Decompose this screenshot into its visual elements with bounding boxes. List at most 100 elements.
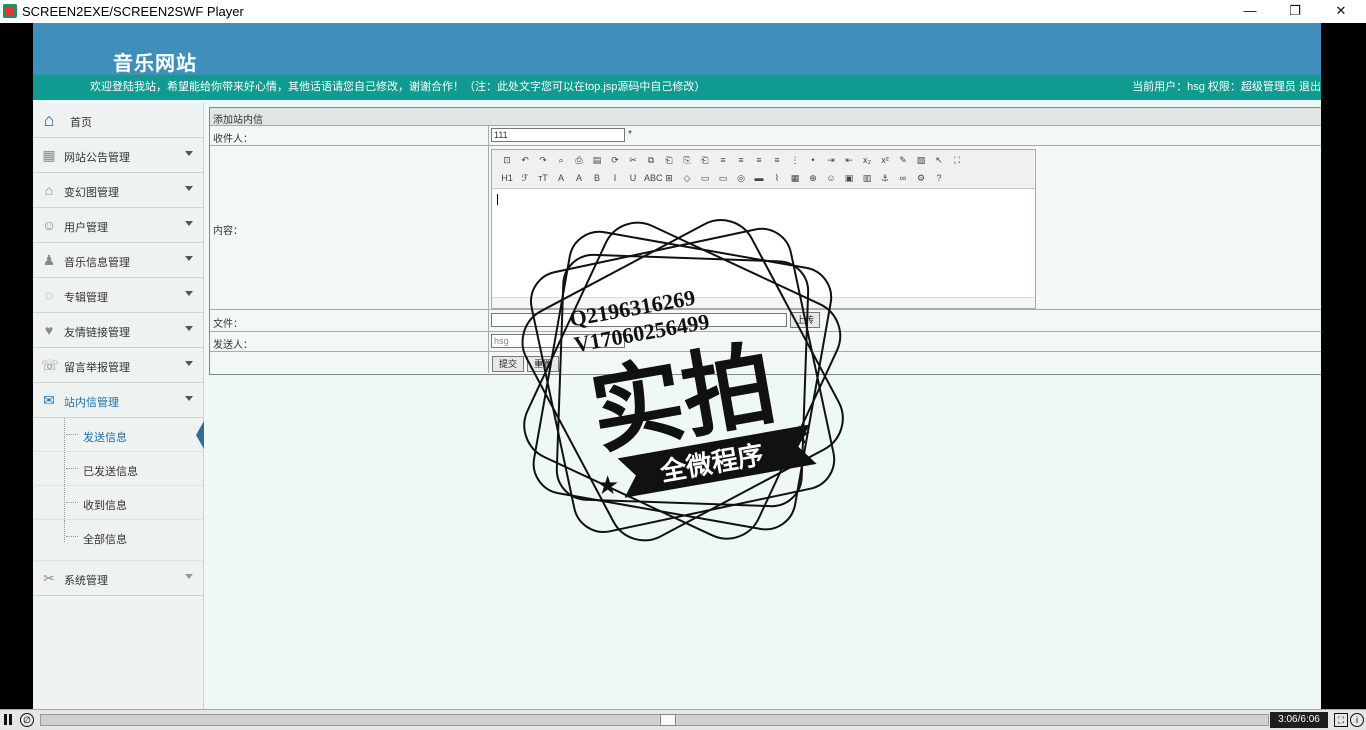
editor-tool-icon[interactable]: ≡ xyxy=(770,154,784,166)
editor-tool-icon[interactable]: ⎗ xyxy=(698,154,712,166)
seek-bar[interactable] xyxy=(40,714,1269,726)
editor-tool-icon[interactable]: ✎ xyxy=(896,154,910,166)
editor-tool-icon[interactable]: ℱ xyxy=(518,172,532,184)
home-icon: ⌂ xyxy=(43,110,55,130)
info-icon[interactable]: i xyxy=(1350,713,1364,727)
editor-tool-icon[interactable]: I xyxy=(608,172,622,184)
watermark-stamp: Q2196316269 V17060256499 实拍 全微程序 ★ ★ xyxy=(521,219,844,542)
sidebar-item-announcements[interactable]: ▦ 网站公告管理 xyxy=(33,138,203,173)
editor-tool-icon[interactable]: ⇤ xyxy=(842,154,856,166)
sidebar-item-messages[interactable]: ✉ 站内信管理 xyxy=(33,383,203,418)
fullscreen-icon[interactable]: ⛶ xyxy=(1334,713,1348,727)
editor-tool-icon[interactable]: • xyxy=(806,154,820,166)
editor-tool-icon[interactable]: ✂ xyxy=(626,154,640,166)
editor-tool-icon[interactable]: ⎘ xyxy=(680,154,694,166)
sidebar-item-slides[interactable]: ⌂ 变幻图管理 xyxy=(33,173,203,208)
editor-tool-icon[interactable]: ≡ xyxy=(734,154,748,166)
editor-tool-icon[interactable]: ⎙ xyxy=(572,154,586,166)
sidebar-item-system[interactable]: ✂ 系统管理 xyxy=(33,561,203,596)
editor-tool-icon[interactable]: ↖ xyxy=(932,154,946,166)
chevron-down-icon xyxy=(185,574,193,579)
editor-tool-icon[interactable]: ⚙ xyxy=(914,172,928,184)
mute-icon[interactable]: ∅ xyxy=(20,713,34,727)
sidebar-item-label: 友情链接管理 xyxy=(64,327,130,339)
sidebar-subitem-sent[interactable]: 已发送信息 xyxy=(33,452,203,486)
editor-tool-icon[interactable]: ? xyxy=(932,172,946,184)
sidebar-item-reports[interactable]: ☏ 留言举报管理 xyxy=(33,348,203,383)
editor-tool-icon[interactable]: U xyxy=(626,172,640,184)
sidebar-subitem-send[interactable]: 发送信息 xyxy=(33,418,204,452)
file-label: 文件： xyxy=(213,319,243,330)
editor-tool-icon[interactable]: ∞ xyxy=(896,172,910,184)
editor-tool-icon[interactable]: H1 xyxy=(500,172,514,184)
sidebar-item-label: 首页 xyxy=(70,117,92,129)
pause-icon[interactable] xyxy=(3,714,13,725)
window-title: SCREEN2EXE/SCREEN2SWF Player xyxy=(22,4,244,19)
editor-tool-icon[interactable]: ▬ xyxy=(752,172,766,184)
chevron-down-icon xyxy=(185,326,193,331)
sidebar-item-label: 站内信管理 xyxy=(64,397,119,409)
editor-tool-icon[interactable]: ↷ xyxy=(536,154,550,166)
restore-button[interactable]: ❐ xyxy=(1272,0,1318,23)
editor-tool-icon[interactable]: ☺ xyxy=(824,172,838,184)
editor-tool-icon[interactable]: ▥ xyxy=(860,172,874,184)
editor-tool-icon[interactable]: ⋮ xyxy=(788,154,802,166)
user-info[interactable]: 当前用户：hsg 权限：超级管理员 退出 xyxy=(1132,75,1321,100)
sidebar-item-label: 留言举报管理 xyxy=(64,362,130,374)
editor-tool-icon[interactable]: ▣ xyxy=(842,172,856,184)
editor-tool-icon[interactable]: ⇥ xyxy=(824,154,838,166)
sidebar-item-label: 音乐信息管理 xyxy=(64,257,130,269)
editor-tool-icon[interactable]: ⚓ xyxy=(878,172,892,184)
editor-tool-icon[interactable]: ⎗ xyxy=(662,154,676,166)
editor-tool-icon[interactable]: ↶ xyxy=(518,154,532,166)
editor-tool-icon[interactable]: ⊡ xyxy=(500,154,514,166)
users-icon: ☺ xyxy=(41,217,57,233)
editor-tool-icon[interactable]: ⧉ xyxy=(644,154,658,166)
editor-tool-icon[interactable]: ⊞ xyxy=(662,172,676,184)
editor-tool-icon[interactable]: B xyxy=(590,172,604,184)
app-icon xyxy=(3,4,17,18)
editor-tool-icon[interactable]: ⌕ xyxy=(554,154,568,166)
editor-tool-icon[interactable]: тT xyxy=(536,172,550,184)
editor-tool-icon[interactable]: ABC xyxy=(644,172,663,184)
recipient-input[interactable]: 111 xyxy=(491,128,625,142)
editor-tool-icon[interactable]: ▤ xyxy=(590,154,604,166)
house-icon: ⌂ xyxy=(44,182,54,198)
close-button[interactable]: ✕ xyxy=(1318,0,1364,23)
editor-tool-icon[interactable]: ⟳ xyxy=(608,154,622,166)
editor-toolbar-row2: H1 ℱтT A A B I U ABC ⊞ ◇ ▭ ▭ ◎ ▬ ⌇ ▦ ⊕ ☺ ▣ ▥ ⚓ ∞ ⚙? xyxy=(498,170,948,186)
site-header: 音乐网站 xyxy=(33,23,1321,75)
editor-tool-icon[interactable]: ▧ xyxy=(914,154,928,166)
editor-tool-icon[interactable]: A xyxy=(554,172,568,184)
editor-tool-icon[interactable]: ▭ xyxy=(698,172,712,184)
editor-tool-icon[interactable]: ≡ xyxy=(752,154,766,166)
chevron-down-icon xyxy=(185,186,193,191)
welcome-bar: 欢迎登陆我站，希望能给你带来好心情，其他话语请您自己修改，谢谢合作！（注：此处文… xyxy=(33,75,1321,100)
sidebar-item-albums[interactable]: ◌ 专辑管理 xyxy=(33,278,203,313)
active-pointer-icon xyxy=(196,421,204,449)
editor-tool-icon[interactable]: ⊕ xyxy=(806,172,820,184)
editor-tool-icon[interactable]: ⌇ xyxy=(770,172,784,184)
window-titlebar: SCREEN2EXE/SCREEN2SWF Player — ❐ ✕ xyxy=(0,0,1366,23)
sidebar-subitem-label: 全部信息 xyxy=(83,534,127,546)
editor-tool-icon[interactable]: ◇ xyxy=(680,172,694,184)
sidebar-item-users[interactable]: ☺ 用户管理 xyxy=(33,208,203,243)
editor-tool-icon[interactable]: x₂ xyxy=(860,154,874,166)
editor-tool-icon[interactable]: ⛶ xyxy=(950,154,964,166)
sidebar-subitem-all[interactable]: 全部信息 xyxy=(33,520,203,561)
sidebar-subitem-received[interactable]: 收到信息 xyxy=(33,486,203,520)
sidebar-item-links[interactable]: ♥ 友情链接管理 xyxy=(33,313,203,348)
editor-tool-icon[interactable]: ≡ xyxy=(716,154,730,166)
sidebar-item-home[interactable]: ⌂ 首页 xyxy=(33,103,203,138)
editor-tool-icon[interactable]: A xyxy=(572,172,586,184)
sidebar-item-music[interactable]: ♟ 音乐信息管理 xyxy=(33,243,203,278)
editor-tool-icon[interactable]: ▦ xyxy=(788,172,802,184)
minimize-button[interactable]: — xyxy=(1227,0,1273,23)
editor-tool-icon[interactable]: ▭ xyxy=(716,172,730,184)
editor-toolbar: ⊡ ↶ ↷ ⌕ ⎙ ▤ ⟳ ✂ ⧉ ⎗ ⎘ ⎗ ≡ ≡ ≡ ≡ ⋮ • ⇥ ⇤ x₂ x² ✎ ▧ ↖ ⛶ H1 ℱтT A A B I U A… xyxy=(492,150,1035,189)
sidebar-subitem-label: 发送信息 xyxy=(83,432,127,444)
site-title: 音乐网站 xyxy=(113,53,197,75)
editor-tool-icon[interactable]: x² xyxy=(878,154,892,166)
editor-tool-icon[interactable]: ◎ xyxy=(734,172,748,184)
seek-handle[interactable] xyxy=(659,714,676,726)
